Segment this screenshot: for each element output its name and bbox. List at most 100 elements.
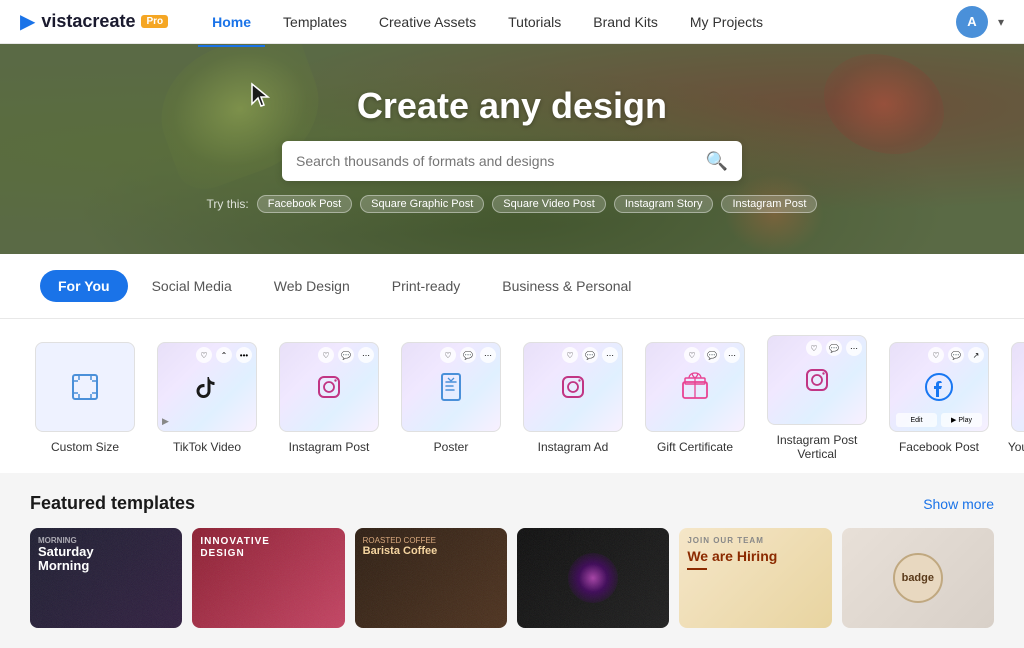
fb-bottom-actions: Edit ▶ Play bbox=[896, 413, 982, 427]
nav-brand-kits[interactable]: Brand Kits bbox=[579, 8, 672, 36]
instagram-ad-label: Instagram Ad bbox=[538, 440, 609, 454]
poster-action-icons: ♡ 💬 ⋯ bbox=[440, 347, 496, 363]
fb-heart-icon[interactable]: ♡ bbox=[928, 347, 944, 363]
tab-web-design[interactable]: Web Design bbox=[256, 270, 368, 302]
ig-v-comment-icon[interactable]: 💬 bbox=[826, 340, 842, 356]
facebook-post-thumb: ♡ 💬 ↗ Edit ▶ Play bbox=[889, 342, 989, 432]
ig-v-more-icon[interactable]: ⋯ bbox=[846, 340, 862, 356]
nav-tutorials[interactable]: Tutorials bbox=[494, 8, 575, 36]
custom-size-thumb bbox=[35, 342, 135, 432]
ig-v-heart-icon[interactable]: ♡ bbox=[806, 340, 822, 356]
gift-comment-icon[interactable]: 💬 bbox=[704, 347, 720, 363]
instagram-post-thumb: ♡ 💬 ⋯ bbox=[279, 342, 379, 432]
try-chip-square-video[interactable]: Square Video Post bbox=[492, 195, 606, 213]
ig-ad-action-icons: ♡ 💬 ⋯ bbox=[562, 347, 618, 363]
try-chip-instagram-story[interactable]: Instagram Story bbox=[614, 195, 714, 213]
try-this: Try this: Facebook Post Square Graphic P… bbox=[207, 195, 818, 213]
template-coffee-dark[interactable]: ROASTED COFFEE Barista Coffee bbox=[355, 528, 507, 628]
template-dark-abstract[interactable] bbox=[517, 528, 669, 628]
tiktok-thumb: ▶ ♡ ⌃ ••• bbox=[157, 342, 257, 432]
gift-action-icons: ♡ 💬 ⋯ bbox=[684, 347, 740, 363]
tiktok-heart-icon[interactable]: ♡ bbox=[196, 347, 212, 363]
nav-my-projects[interactable]: My Projects bbox=[676, 8, 777, 36]
design-type-poster[interactable]: ♡ 💬 ⋯ Poster bbox=[396, 342, 506, 454]
wah-eyebrow: JOIN OUR TEAM bbox=[687, 536, 823, 545]
facebook-icon bbox=[921, 369, 957, 405]
try-chip-facebook[interactable]: Facebook Post bbox=[257, 195, 352, 213]
badge-circle: badge bbox=[893, 553, 943, 603]
poster-label: Poster bbox=[434, 440, 469, 454]
ig-heart-icon[interactable]: ♡ bbox=[318, 347, 334, 363]
fb-share-icon[interactable]: ↗ bbox=[968, 347, 984, 363]
tc3-title: Barista Coffee bbox=[363, 545, 499, 557]
try-chip-instagram-post[interactable]: Instagram Post bbox=[721, 195, 817, 213]
tc1-title: SaturdayMorning bbox=[38, 545, 174, 574]
design-type-instagram-post[interactable]: ♡ 💬 ⋯ Instagram Post bbox=[274, 342, 384, 454]
ig-more-icon[interactable]: ⋯ bbox=[358, 347, 374, 363]
fb-comment-icon[interactable]: 💬 bbox=[948, 347, 964, 363]
tab-print-ready[interactable]: Print-ready bbox=[374, 270, 478, 302]
wah-title: We are Hiring bbox=[687, 549, 823, 564]
ig-comment-icon[interactable]: 💬 bbox=[338, 347, 354, 363]
template-we-are-hiring[interactable]: JOIN OUR TEAM We are Hiring bbox=[679, 528, 831, 628]
search-input[interactable] bbox=[296, 153, 706, 169]
avatar[interactable]: A bbox=[956, 6, 988, 38]
navbar: ▶ vistacreate Pro Home Templates Creativ… bbox=[0, 0, 1024, 44]
tiktok-icon bbox=[189, 369, 225, 405]
template-innovative-design[interactable]: INNOVATIVEDESIGN bbox=[192, 528, 344, 628]
template-badge-design[interactable]: badge bbox=[842, 528, 994, 628]
youtube-label: YouTube Thumbnail bbox=[1008, 440, 1024, 454]
ig-action-icons: ♡ 💬 ⋯ bbox=[318, 347, 374, 363]
ig-vertical-icon bbox=[799, 362, 835, 398]
fb-edit-btn[interactable]: Edit bbox=[896, 413, 937, 427]
design-type-custom-size[interactable]: Custom Size bbox=[30, 342, 140, 454]
search-icon[interactable]: 🔍 bbox=[706, 151, 728, 172]
fb-play-btn[interactable]: ▶ Play bbox=[941, 413, 982, 427]
nav-home[interactable]: Home bbox=[198, 8, 265, 36]
design-type-facebook-post[interactable]: ♡ 💬 ↗ Edit ▶ Play Facebook Post bbox=[884, 342, 994, 454]
hero-content: Create any design 🔍 Try this: Facebook P… bbox=[207, 85, 818, 213]
design-type-instagram-ad[interactable]: ♡ 💬 ⋯ Instagram Ad bbox=[518, 342, 628, 454]
poster-icon bbox=[433, 369, 469, 405]
custom-size-icon bbox=[67, 369, 103, 405]
logo-icon: ▶ bbox=[20, 9, 35, 34]
tab-for-you[interactable]: For You bbox=[40, 270, 128, 302]
instagram-ad-icon bbox=[555, 369, 591, 405]
fb-action-icons: ♡ 💬 ↗ bbox=[928, 347, 984, 363]
poster-heart-icon[interactable]: ♡ bbox=[440, 347, 456, 363]
hero-section: Create any design 🔍 Try this: Facebook P… bbox=[0, 44, 1024, 254]
design-type-ig-vertical[interactable]: ♡ 💬 ⋯ Instagram Post Vertical bbox=[762, 335, 872, 461]
design-type-youtube[interactable]: ♡ 💬 ⋯ YouTube Thumbnail bbox=[1006, 342, 1024, 454]
tiktok-share-icon[interactable]: ⌃ bbox=[216, 347, 232, 363]
facebook-post-label: Facebook Post bbox=[899, 440, 979, 454]
ig-ad-heart-icon[interactable]: ♡ bbox=[562, 347, 578, 363]
tiktok-more-icon[interactable]: ••• bbox=[236, 347, 252, 363]
instagram-icon bbox=[311, 369, 347, 405]
ig-ad-more-icon[interactable]: ⋯ bbox=[602, 347, 618, 363]
tab-social-media[interactable]: Social Media bbox=[134, 270, 250, 302]
ig-ad-comment-icon[interactable]: 💬 bbox=[582, 347, 598, 363]
poster-comment-icon[interactable]: 💬 bbox=[460, 347, 476, 363]
logo[interactable]: ▶ vistacreate Pro bbox=[20, 9, 168, 34]
show-more-link[interactable]: Show more bbox=[923, 496, 994, 512]
instagram-post-label: Instagram Post bbox=[289, 440, 370, 454]
design-type-gift-certificate[interactable]: ♡ 💬 ⋯ Gift Certificate bbox=[640, 342, 750, 454]
gift-more-icon[interactable]: ⋯ bbox=[724, 347, 740, 363]
poster-more-icon[interactable]: ⋯ bbox=[480, 347, 496, 363]
abstract-glow bbox=[568, 553, 618, 603]
gift-heart-icon[interactable]: ♡ bbox=[684, 347, 700, 363]
design-type-tiktok[interactable]: ▶ ♡ ⌃ ••• TikTok Video bbox=[152, 342, 262, 454]
try-chip-square-graphic[interactable]: Square Graphic Post bbox=[360, 195, 484, 213]
nav-templates[interactable]: Templates bbox=[269, 8, 361, 36]
template-saturday-morning[interactable]: MORNING SaturdayMorning bbox=[30, 528, 182, 628]
tiktok-label: TikTok Video bbox=[173, 440, 241, 454]
featured-header: Featured templates Show more bbox=[30, 493, 994, 514]
tab-business-personal[interactable]: Business & Personal bbox=[484, 270, 649, 302]
avatar-chevron[interactable]: ▾ bbox=[998, 15, 1004, 29]
custom-size-label: Custom Size bbox=[51, 440, 119, 454]
ig-vertical-label: Instagram Post Vertical bbox=[762, 433, 872, 461]
instagram-ad-thumb: ♡ 💬 ⋯ bbox=[523, 342, 623, 432]
nav-creative-assets[interactable]: Creative Assets bbox=[365, 8, 490, 36]
design-types-section: Custom Size ▶ ♡ ⌃ ••• TikTok Video bbox=[0, 319, 1024, 473]
gift-cert-thumb: ♡ 💬 ⋯ bbox=[645, 342, 745, 432]
